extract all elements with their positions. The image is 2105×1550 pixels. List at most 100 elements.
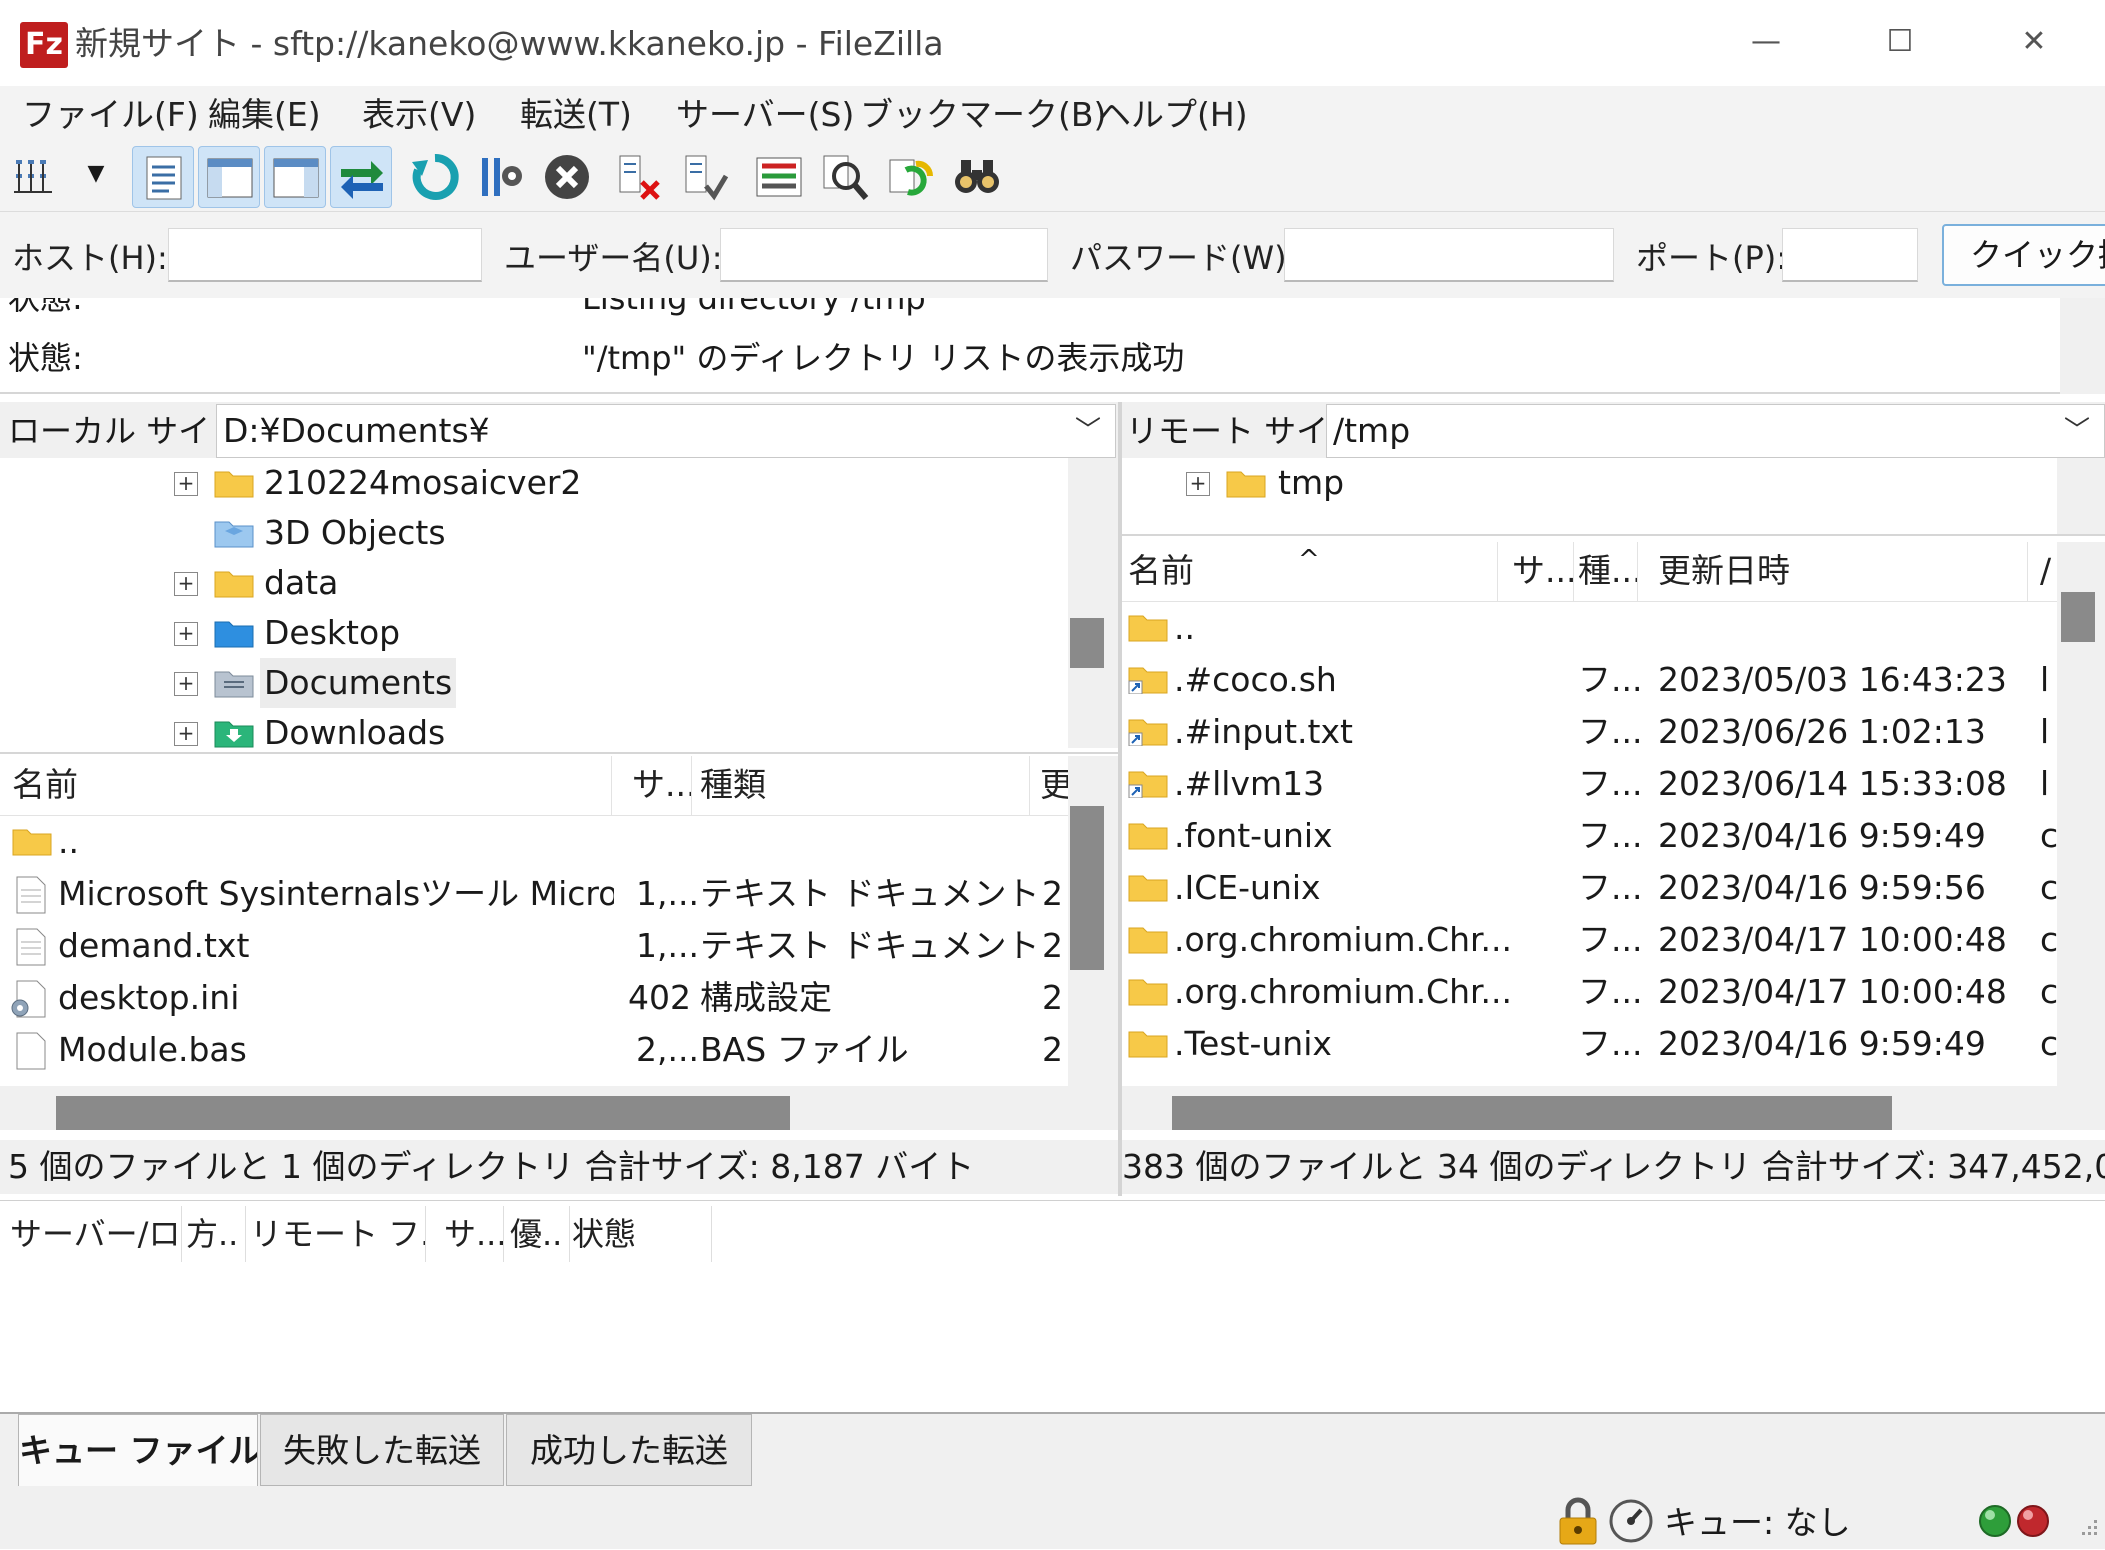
tree-node[interactable]: + Desktop xyxy=(0,608,1068,658)
process-queue-icon[interactable] xyxy=(470,146,532,208)
expand-icon[interactable]: + xyxy=(174,622,198,646)
menu-bookmarks[interactable]: ブックマーク(B) xyxy=(860,92,1106,138)
tree-node[interactable]: + Documents xyxy=(0,658,1068,708)
site-manager-dropdown-icon[interactable]: ▼ xyxy=(84,162,108,186)
expand-icon[interactable]: + xyxy=(1186,472,1210,496)
column-modified[interactable]: 更 xyxy=(1040,756,1068,816)
minimize-button[interactable]: — xyxy=(1730,14,1802,70)
column-modified[interactable]: 更新日時 xyxy=(1658,542,2028,602)
folder-link-icon xyxy=(1128,667,1168,694)
toggle-queue-icon[interactable] xyxy=(330,146,392,208)
list-item[interactable]: desktop.ini 402 構成設定 2 xyxy=(0,972,1068,1024)
local-list-scrollbar[interactable] xyxy=(1068,756,1118,1086)
queue-column-size[interactable]: サ... xyxy=(444,1206,504,1262)
remote-list-hscrollbar[interactable] xyxy=(1122,1086,2105,1130)
list-item[interactable]: .Test-unix フ... 2023/04/16 9:59:49 c xyxy=(1122,1018,2057,1070)
tab-queued-files[interactable]: キュー ファイル xyxy=(18,1414,258,1486)
folder-link-icon xyxy=(1128,719,1168,746)
tree-node[interactable]: 3D Objects xyxy=(0,508,1068,558)
queue-column-remote-file[interactable]: リモート フ... xyxy=(250,1206,426,1262)
file-size: 402 xyxy=(628,978,691,1017)
maximize-button[interactable]: ☐ xyxy=(1864,14,1936,70)
menu-edit[interactable]: 編集(E) xyxy=(208,92,321,138)
scroll-thumb[interactable] xyxy=(1070,618,1104,668)
tab-successful-transfers[interactable]: 成功した転送 xyxy=(506,1414,752,1486)
synchronized-browsing-icon[interactable] xyxy=(880,146,942,208)
toggle-remote-tree-icon[interactable] xyxy=(264,146,326,208)
tree-node[interactable]: + 210224mosaicver2 xyxy=(0,458,1068,508)
queue-column-server-local[interactable]: サーバー/ロ... xyxy=(10,1206,182,1262)
list-item[interactable]: .org.chromium.Chr... フ... 2023/04/17 10:… xyxy=(1122,966,2057,1018)
tab-failed-transfers[interactable]: 失敗した転送 xyxy=(260,1414,504,1486)
local-tree-scrollbar[interactable] xyxy=(1068,458,1118,748)
remote-list-scrollbar[interactable] xyxy=(2057,542,2105,1086)
file-type: フ... xyxy=(1578,660,1643,699)
column-size[interactable]: サ... xyxy=(632,756,692,816)
file-type: フ... xyxy=(1578,816,1643,855)
queue-column-status[interactable]: 状態 xyxy=(572,1206,712,1262)
tree-node[interactable]: + tmp xyxy=(1122,458,2057,508)
column-size[interactable]: サ... xyxy=(1512,542,1574,602)
tree-node[interactable]: + data xyxy=(0,558,1068,608)
resize-grip-icon[interactable] xyxy=(2072,1514,2100,1542)
queue-column-direction[interactable]: 方.. xyxy=(186,1206,246,1262)
list-item[interactable]: .ICE-unix フ... 2023/04/16 9:59:56 c xyxy=(1122,862,2057,914)
column-name[interactable]: 名前 xyxy=(12,756,612,816)
toggle-local-tree-icon[interactable] xyxy=(198,146,260,208)
remote-path-combo[interactable]: /tmp ﹀ xyxy=(1326,404,2105,458)
column-type[interactable]: 種... xyxy=(1578,542,1638,602)
column-permissions[interactable]: / xyxy=(2040,542,2057,602)
queue-column-priority[interactable]: 優.. xyxy=(510,1206,570,1262)
log-message: "/tmp" のディレクトリ リストの表示成功 xyxy=(582,339,1185,377)
toggle-message-log-icon[interactable] xyxy=(132,146,194,208)
local-path-combo[interactable]: D:¥Documents¥ ﹀ xyxy=(216,404,1116,458)
menu-view[interactable]: 表示(V) xyxy=(362,92,476,138)
filter-icon[interactable] xyxy=(814,146,876,208)
list-item[interactable]: .#llvm13 フ... 2023/06/14 15:33:08 l xyxy=(1122,758,2057,810)
directory-comparison-icon[interactable] xyxy=(748,146,810,208)
scroll-thumb[interactable] xyxy=(1070,806,1104,970)
file-type: テキスト ドキュメント xyxy=(700,874,1040,913)
expand-icon[interactable]: + xyxy=(174,672,198,696)
expand-icon[interactable]: + xyxy=(174,572,198,596)
list-item[interactable]: .. xyxy=(1122,602,2057,654)
username-input[interactable] xyxy=(720,228,1048,282)
expand-icon[interactable]: + xyxy=(174,472,198,496)
site-manager-icon[interactable] xyxy=(6,146,68,208)
file-date: 2 xyxy=(1042,978,1063,1017)
list-item[interactable]: .#coco.sh フ... 2023/05/03 16:43:23 l xyxy=(1122,654,2057,706)
search-icon[interactable] xyxy=(946,146,1008,208)
list-item[interactable]: demand.txt 1,... テキスト ドキュメント 2 xyxy=(0,920,1068,972)
column-type[interactable]: 種類 xyxy=(700,756,1030,816)
close-button[interactable]: ✕ xyxy=(1998,14,2070,70)
menu-help[interactable]: ヘルプ(H) xyxy=(1098,92,1248,138)
file-name: .#input.txt xyxy=(1174,712,1353,751)
quickconnect-button[interactable]: クイック接続 xyxy=(1942,224,2105,286)
refresh-icon[interactable] xyxy=(404,146,466,208)
list-item[interactable]: .#input.txt フ... 2023/06/26 1:02:13 l xyxy=(1122,706,2057,758)
host-input[interactable] xyxy=(168,228,482,282)
menu-server[interactable]: サーバー(S) xyxy=(676,92,854,138)
tree-node[interactable]: + Downloads xyxy=(0,708,1068,748)
speed-limit-icon[interactable] xyxy=(1608,1498,1654,1544)
scroll-thumb[interactable] xyxy=(1172,1096,1892,1130)
list-item[interactable]: .font-unix フ... 2023/04/16 9:59:49 c xyxy=(1122,810,2057,862)
port-input[interactable] xyxy=(1782,228,1918,282)
scroll-thumb[interactable] xyxy=(2061,592,2095,642)
menu-file[interactable]: ファイル(F) xyxy=(22,92,199,138)
list-item[interactable]: Module.bas 2,... BAS ファイル 2 xyxy=(0,1024,1068,1076)
local-list-hscrollbar[interactable] xyxy=(0,1086,1118,1130)
message-log-scrollbar[interactable] xyxy=(2060,298,2105,394)
expand-icon[interactable]: + xyxy=(174,722,198,746)
disconnect-icon[interactable] xyxy=(608,146,670,208)
list-item[interactable]: .org.chromium.Chr... フ... 2023/04/17 10:… xyxy=(1122,914,2057,966)
file-type: 構成設定 xyxy=(700,978,832,1017)
remote-tree-scrollbar[interactable] xyxy=(2057,458,2105,534)
reconnect-icon[interactable] xyxy=(674,146,736,208)
list-item[interactable]: Microsoft Sysinternalsツール Micro... 1,...… xyxy=(0,868,1068,920)
cancel-icon[interactable] xyxy=(536,146,598,208)
list-item[interactable]: .. xyxy=(0,816,1068,868)
menu-transfer[interactable]: 転送(T) xyxy=(520,92,632,138)
scroll-thumb[interactable] xyxy=(56,1096,790,1130)
password-input[interactable] xyxy=(1284,228,1614,282)
